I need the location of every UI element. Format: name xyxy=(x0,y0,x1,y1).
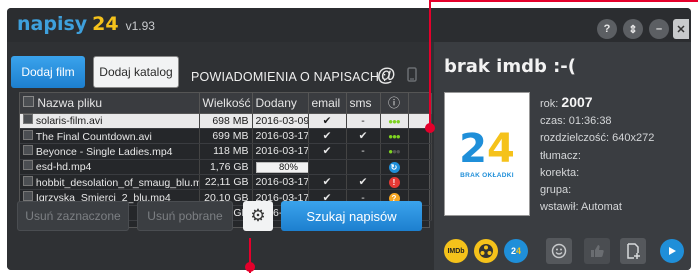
group-text: grupa: xyxy=(540,184,572,197)
file-name-cell[interactable]: hobbit_desolation_of_smaug_blu.mp4 xyxy=(20,174,200,191)
napisy24-icon[interactable]: 24 xyxy=(504,239,528,263)
file-name-cell[interactable]: solaris-film.avi xyxy=(20,113,200,129)
annotation-line-top xyxy=(429,0,698,2)
file-size-cell: 699 MB xyxy=(199,128,253,145)
date-added-cell: 2016-03-17 xyxy=(252,128,309,145)
add-file-icon[interactable] xyxy=(620,238,646,264)
logo-text: napisy xyxy=(17,13,88,35)
download-progress: 80% xyxy=(255,161,307,173)
column-header-added[interactable]: Dodany xyxy=(252,93,309,114)
correction-text: korekta: xyxy=(540,166,580,179)
row-checkbox[interactable] xyxy=(23,144,33,155)
row-checkbox[interactable] xyxy=(23,160,33,171)
row-checkbox[interactable] xyxy=(23,191,33,202)
translator-text: tłumacz: xyxy=(540,149,581,162)
file-size-cell: 1,76 GB xyxy=(199,159,253,176)
email-cell[interactable]: ✔ xyxy=(308,128,347,145)
table-row[interactable]: solaris-film.avi 698 MB 2016-03-09 ✔ - ●●● xyxy=(20,113,432,129)
smiley-icon[interactable] xyxy=(546,238,572,264)
file-name-cell[interactable]: The Final Countdown.avi xyxy=(20,128,200,145)
rating-dots-icon: ●●● xyxy=(380,143,409,160)
annotation-dot-settings xyxy=(245,262,255,272)
settings-gear-icon[interactable]: ⚙ xyxy=(243,201,273,231)
file-size-cell: 118 MB xyxy=(199,143,253,160)
select-all-checkbox[interactable] xyxy=(23,95,34,107)
app-window: napisy 24 v1.93 ? ⇕ – ✕ Dodaj film Dodaj… xyxy=(7,8,691,270)
imdb-icon[interactable]: IMDb xyxy=(444,239,468,263)
date-added-cell: 2016-03-17 xyxy=(252,143,309,160)
row-spacer xyxy=(408,174,432,191)
table-row[interactable]: Beyonce - Single Ladies.mp4 118 MB 2016-03… xyxy=(20,143,432,160)
email-cell[interactable]: ✔ xyxy=(308,143,347,160)
notifications-label: POWIADOMIENIA O NAPISACH : xyxy=(191,70,387,84)
file-name-cell[interactable]: esd-hd.mp4 xyxy=(20,159,200,176)
error-status-icon: ! xyxy=(380,174,409,191)
table-row[interactable]: hobbit_desolation_of_smaug_blu.mp4 22,11 … xyxy=(20,174,432,191)
app-logo: napisy 24 v1.93 xyxy=(17,13,155,37)
logo-number: 24 xyxy=(92,13,119,35)
email-cell[interactable]: ✔ xyxy=(308,174,347,191)
column-header-email[interactable]: email xyxy=(308,93,347,114)
title-bar: napisy 24 v1.93 ? ⇕ – ✕ xyxy=(7,8,691,42)
sms-notification-icon[interactable] xyxy=(405,67,419,83)
thumbs-up-icon[interactable] xyxy=(584,238,610,264)
year-row: rok: 2007 xyxy=(540,94,593,110)
sms-cell[interactable]: ✔ xyxy=(346,128,381,145)
cover-logo: 24 xyxy=(459,126,515,172)
rating-dots-icon: ●●● xyxy=(380,128,409,145)
annotation-line-vertical xyxy=(429,0,431,128)
table-row[interactable]: The Final Countdown.avi 699 MB 2016-03-17 ✔… xyxy=(20,128,432,145)
file-name-cell[interactable]: Beyonce - Single Ladies.mp4 xyxy=(20,143,200,160)
email-cell[interactable]: ✔ xyxy=(308,113,347,129)
reel-icon[interactable] xyxy=(474,239,498,263)
imdb-title: brak imdb :-( xyxy=(444,56,577,77)
column-header-size[interactable]: Wielkość xyxy=(199,93,253,114)
table-row[interactable]: esd-hd.mp4 1,76 GB 80% ↻ xyxy=(20,159,432,176)
resize-button[interactable]: ⇕ xyxy=(623,19,643,39)
date-added-cell: 80% xyxy=(252,159,309,176)
column-header-name[interactable]: Nazwa pliku xyxy=(20,93,200,114)
column-header-info-icon[interactable]: ⓘ xyxy=(380,93,409,114)
details-pane: brak imdb :-( 24 BRAK OKŁADKI rok: 2007 … xyxy=(434,42,691,270)
cover-caption: BRAK OKŁADKI xyxy=(460,172,514,179)
duration-text: czas: 01:36:38 xyxy=(540,115,612,128)
row-spacer xyxy=(408,159,432,176)
rating-dots-icon: ●●● xyxy=(380,113,409,129)
play-icon[interactable] xyxy=(660,239,684,263)
movie-info: rok: 2007 czas: 01:36:38 rozdzielczość: … xyxy=(540,94,654,216)
refresh-status-icon: ↻ xyxy=(380,159,409,176)
inserted-by-text: wstawił: Automat xyxy=(540,201,622,214)
column-header-extra xyxy=(408,93,432,114)
date-added-cell: 2016-03-09 xyxy=(252,113,309,129)
annotation-dot-status xyxy=(425,123,435,133)
resolution-text: rozdzielczość: 640x272 xyxy=(540,132,655,145)
row-spacer xyxy=(408,143,432,160)
column-header-sms[interactable]: sms xyxy=(346,93,381,114)
email-cell[interactable] xyxy=(308,159,347,176)
sms-cell[interactable]: ✔ xyxy=(346,174,381,191)
sms-cell[interactable] xyxy=(346,159,381,176)
sms-cell[interactable]: - xyxy=(346,143,381,160)
sms-cell[interactable]: - xyxy=(346,113,381,129)
row-checkbox[interactable] xyxy=(23,129,33,140)
file-size-cell: 22,11 GB xyxy=(199,174,253,191)
row-checkbox[interactable] xyxy=(23,114,33,125)
table-header: Nazwa pliku Wielkość Dodany email sms ⓘ xyxy=(20,93,432,114)
minimize-button[interactable]: – xyxy=(649,19,669,39)
email-notification-icon[interactable]: @ xyxy=(377,65,396,87)
remove-selected-button[interactable]: Usuń zaznaczone xyxy=(17,201,129,231)
add-film-button[interactable]: Dodaj film xyxy=(11,56,85,88)
close-button[interactable]: ✕ xyxy=(673,19,689,39)
help-button[interactable]: ? xyxy=(597,19,617,39)
remove-downloaded-button[interactable]: Usuń pobrane xyxy=(137,201,233,231)
cover-placeholder: 24 BRAK OKŁADKI xyxy=(444,92,530,216)
search-subtitles-button[interactable]: Szukaj napisów xyxy=(281,201,422,231)
add-folder-button[interactable]: Dodaj katalog xyxy=(93,56,179,88)
app-version: v1.93 xyxy=(125,19,155,33)
row-checkbox[interactable] xyxy=(23,175,33,186)
date-added-cell: 2016-03-17 xyxy=(252,174,309,191)
file-size-cell: 698 MB xyxy=(199,113,253,129)
